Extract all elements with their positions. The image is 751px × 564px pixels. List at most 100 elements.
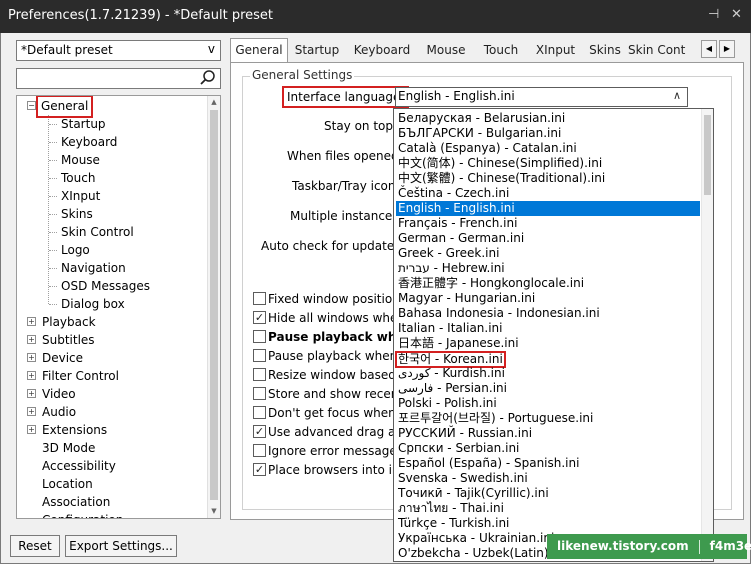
close-icon[interactable]: ✕ <box>731 7 742 22</box>
dropdown-scroll-thumb[interactable] <box>704 115 711 195</box>
language-option[interactable]: БЪЛГАРСКИ - Bulgarian.ini <box>396 126 700 141</box>
expand-icon[interactable]: + <box>27 353 36 362</box>
language-dropdown-list[interactable]: Беларуская - Belarusian.ini БЪЛГАРСКИ - B… <box>393 108 714 562</box>
search-icon[interactable] <box>199 69 217 87</box>
tree-item-keyboard[interactable]: Keyboard <box>61 133 117 151</box>
tab-keyboard[interactable]: Keyboard <box>346 38 418 62</box>
tab-startup[interactable]: Startup <box>288 38 346 62</box>
checkbox[interactable]: ✓ <box>253 425 266 438</box>
language-option[interactable]: Точикӣ - Tajik(Cyrillic).ini <box>396 486 700 501</box>
language-option[interactable]: ภาษาไทย - Thai.ini <box>396 501 700 516</box>
tree-item-startup[interactable]: Startup <box>61 115 106 133</box>
tab-skin-control[interactable]: Skin Control <box>627 38 687 62</box>
tab-mouse[interactable]: Mouse <box>418 38 474 62</box>
language-option[interactable]: German - German.ini <box>396 231 700 246</box>
language-option[interactable]: Svenska - Swedish.ini <box>396 471 700 486</box>
tree-item-filter-control[interactable]: Filter Control <box>42 367 119 385</box>
checkbox[interactable] <box>253 406 266 419</box>
language-option[interactable]: Polski - Polish.ini <box>396 396 700 411</box>
checkbox[interactable] <box>253 349 266 362</box>
checkbox[interactable] <box>253 330 266 343</box>
language-option[interactable]: English - English.ini <box>396 201 700 216</box>
tree-guide-branch <box>49 142 57 143</box>
tab-touch[interactable]: Touch <box>474 38 528 62</box>
language-option[interactable]: Greek - Greek.ini <box>396 246 700 261</box>
language-option[interactable]: Español (España) - Spanish.ini <box>396 456 700 471</box>
tree-item-osd-messages[interactable]: OSD Messages <box>61 277 150 295</box>
expand-icon[interactable]: + <box>27 335 36 344</box>
tab-skins[interactable]: Skins <box>583 38 627 62</box>
tree-item-touch[interactable]: Touch <box>61 169 95 187</box>
language-option[interactable]: РУССКИЙ - Russian.ini <box>396 426 700 441</box>
tree-item-subtitles[interactable]: Subtitles <box>42 331 95 349</box>
language-option[interactable]: Français - French.ini <box>396 216 700 231</box>
tree-item-dialog-box[interactable]: Dialog box <box>61 295 125 313</box>
tab-general[interactable]: General <box>230 38 288 63</box>
scroll-thumb[interactable] <box>210 110 218 500</box>
expand-icon[interactable]: + <box>27 407 36 416</box>
language-option[interactable]: Magyar - Hungarian.ini <box>396 291 700 306</box>
language-option[interactable]: 日本語 - Japanese.ini <box>396 336 700 351</box>
tree-item-extensions[interactable]: Extensions <box>42 421 107 439</box>
language-option[interactable]: 中文(繁體) - Chinese(Traditional).ini <box>396 171 700 186</box>
tree-item-3d-mode[interactable]: 3D Mode <box>42 439 95 457</box>
export-settings-button[interactable]: Export Settings... <box>65 535 177 557</box>
tree-guide-branch <box>49 196 57 197</box>
tree-item-logo[interactable]: Logo <box>61 241 90 259</box>
language-option-label: Беларуская - Belarusian.ini <box>398 111 566 125</box>
checkbox[interactable]: ✓ <box>253 463 266 476</box>
language-option[interactable]: Türkçe - Turkish.ini <box>396 516 700 531</box>
interface-language-select[interactable]: English - English.ini ∧ <box>395 87 688 107</box>
checkbox[interactable] <box>253 368 266 381</box>
tree-item-location[interactable]: Location <box>42 475 93 493</box>
tree-search-input[interactable] <box>16 68 221 89</box>
tree-item-skin-control[interactable]: Skin Control <box>61 223 134 241</box>
language-option[interactable]: Italian - Italian.ini <box>396 321 700 336</box>
when-files-opened-label: When files opened: <box>287 149 403 163</box>
collapse-icon[interactable]: − <box>27 101 36 110</box>
tree-item-xinput[interactable]: XInput <box>61 187 100 205</box>
expand-icon[interactable]: + <box>27 317 36 326</box>
tree-item-skins[interactable]: Skins <box>61 205 93 223</box>
language-option[interactable]: עברית - Hebrew.ini <box>396 261 700 276</box>
tree-scrollbar[interactable]: ▲ ▼ <box>207 96 220 518</box>
language-option[interactable]: Català (Espanya) - Catalan.ini <box>396 141 700 156</box>
checkbox[interactable] <box>253 387 266 400</box>
tree-item-navigation[interactable]: Navigation <box>61 259 126 277</box>
checkbox[interactable] <box>253 444 266 457</box>
preset-select[interactable]: *Default preset v <box>16 40 221 61</box>
tree-item-configuration[interactable]: Configuration <box>42 511 123 518</box>
language-option[interactable]: 香港正體字 - Hongkonglocale.ini <box>396 276 700 291</box>
scroll-down-icon[interactable]: ▼ <box>208 505 220 518</box>
tree-item-association[interactable]: Association <box>42 493 110 511</box>
language-option[interactable]: Bahasa Indonesia - Indonesian.ini <box>396 306 700 321</box>
language-option[interactable]: 中文(简体) - Chinese(Simplified).ini <box>396 156 700 171</box>
expand-icon[interactable]: + <box>27 371 36 380</box>
tree-item-audio[interactable]: Audio <box>42 403 76 421</box>
tree-item-video[interactable]: Video <box>42 385 76 403</box>
settings-tree[interactable]: ▲ ▼ − General Startup Keyboard Mouse Touch XIn… <box>16 95 221 519</box>
language-option[interactable]: كوردی - Kurdish.ini <box>396 366 700 381</box>
dropdown-scrollbar[interactable] <box>701 109 713 561</box>
language-option[interactable]: 한국어 - Korean.ini <box>395 351 700 368</box>
language-option[interactable]: 포르투갈어(브라질) - Portuguese.ini <box>396 411 700 426</box>
expand-icon[interactable]: + <box>27 425 36 434</box>
tree-item-playback[interactable]: Playback <box>42 313 96 331</box>
tree-item-device[interactable]: Device <box>42 349 83 367</box>
tab-prev-icon[interactable]: ◀ <box>701 40 717 58</box>
tree-item-mouse[interactable]: Mouse <box>61 151 100 169</box>
reset-button[interactable]: Reset <box>10 535 60 557</box>
pin-icon[interactable]: ⊣ <box>708 7 719 22</box>
checkbox[interactable]: ✓ <box>253 311 266 324</box>
language-option[interactable]: Српски - Serbian.ini <box>396 441 700 456</box>
tree-item-accessibility[interactable]: Accessibility <box>42 457 116 475</box>
checkbox-label: Pause playback when f <box>268 349 406 363</box>
language-option[interactable]: فارسی - Persian.ini <box>396 381 700 396</box>
language-option[interactable]: Беларуская - Belarusian.ini <box>396 111 700 126</box>
checkbox[interactable] <box>253 292 266 305</box>
language-option[interactable]: Čeština - Czech.ini <box>396 186 700 201</box>
expand-icon[interactable]: + <box>27 389 36 398</box>
tab-xinput[interactable]: XInput <box>528 38 583 62</box>
scroll-up-icon[interactable]: ▲ <box>208 96 220 109</box>
tab-next-icon[interactable]: ▶ <box>719 40 735 58</box>
